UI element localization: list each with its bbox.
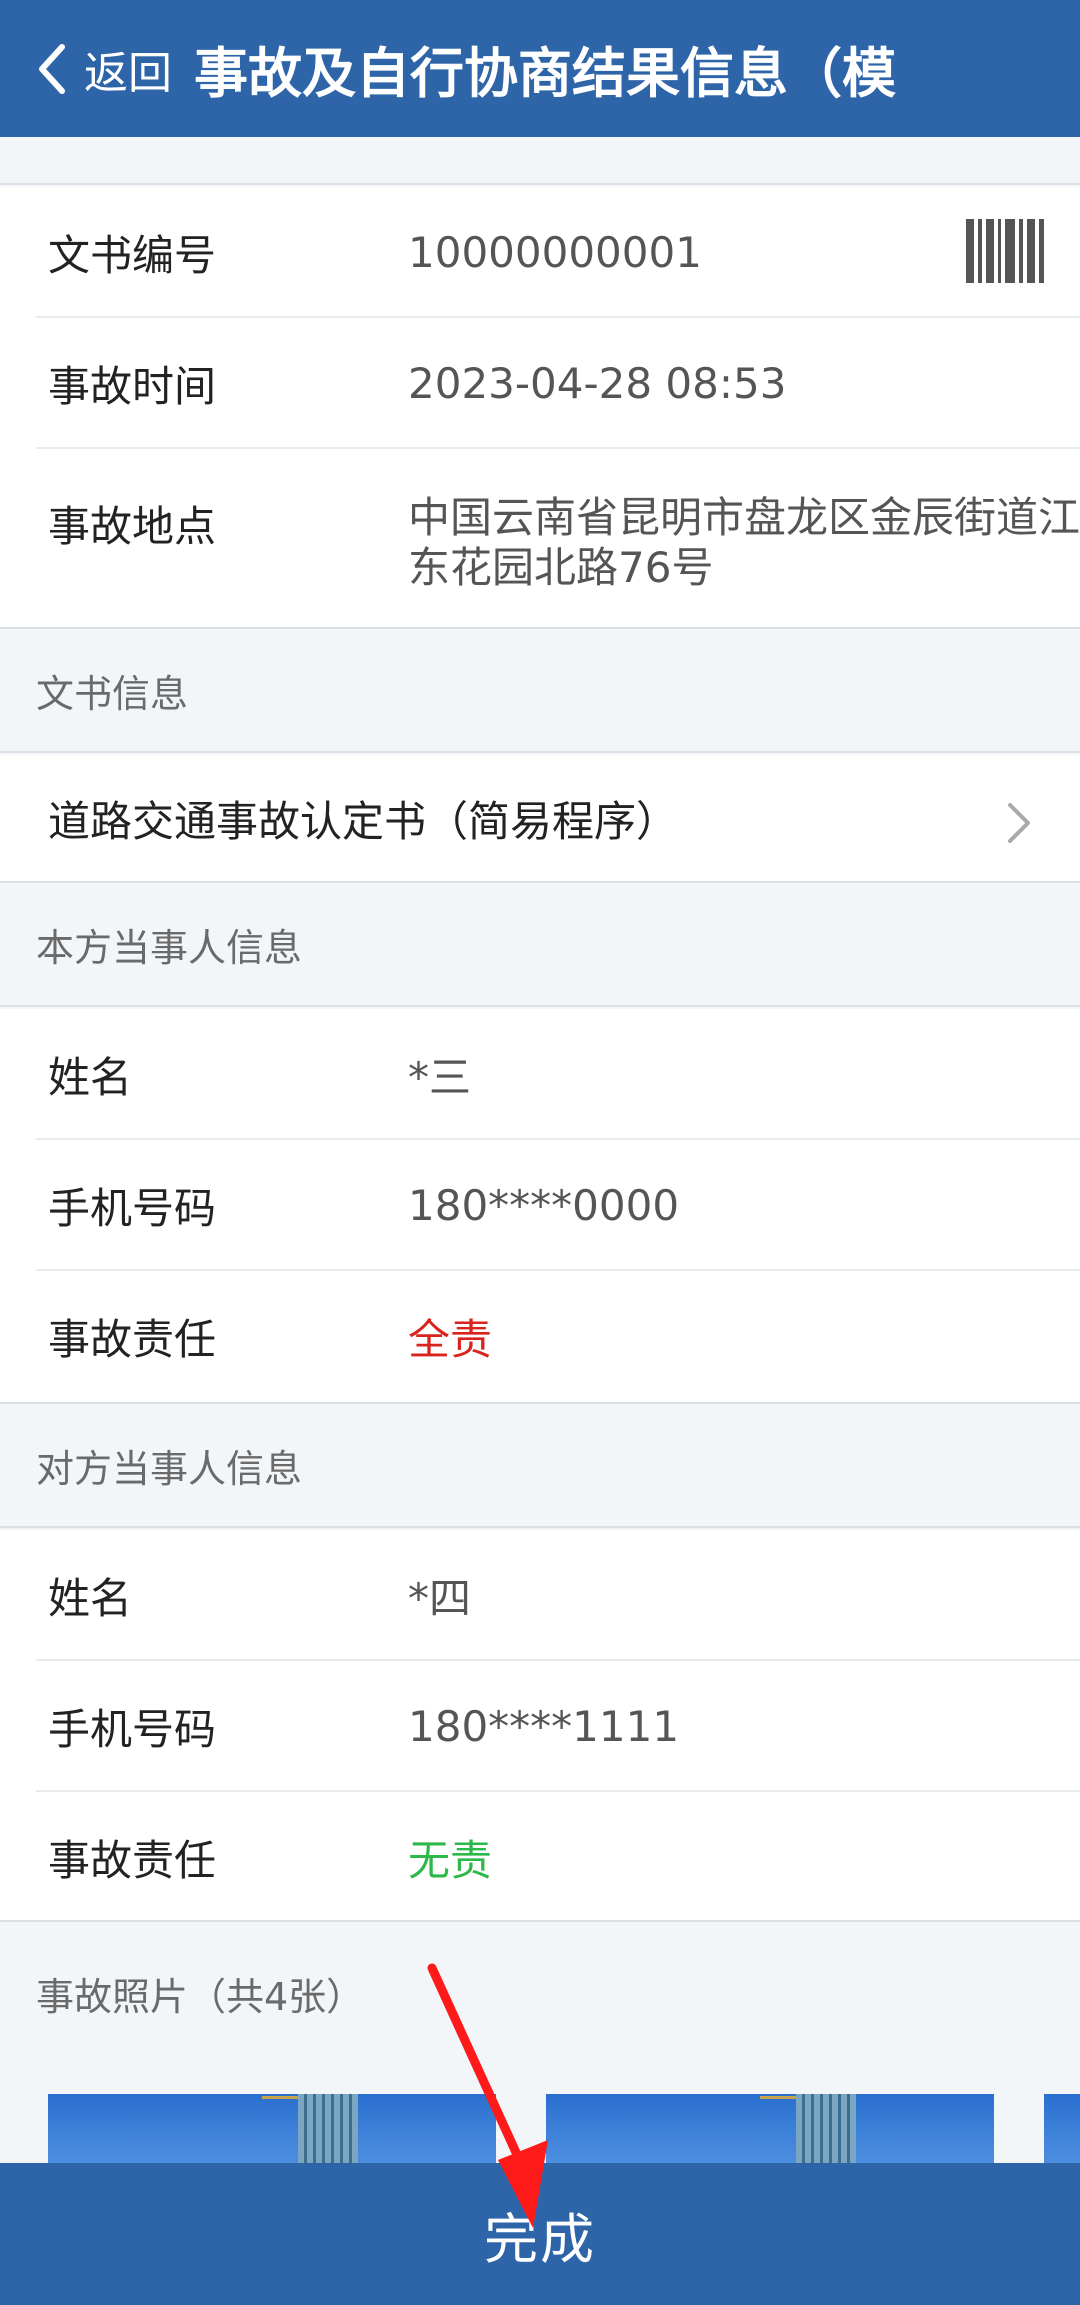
other-phone-row: 手机号码 180****1111 xyxy=(0,1661,1080,1792)
accident-photo-2[interactable] xyxy=(546,2094,994,2163)
self-name-value: *三 xyxy=(408,1053,472,1102)
other-name-row: 姓名 *四 xyxy=(0,1530,1080,1661)
accident-time-row: 事故时间 2023-04-28 08:53 xyxy=(0,318,1080,449)
doc-info-card: 道路交通事故认定书（简易程序） xyxy=(0,755,1080,881)
doc-number-row: 文书编号 10000000001 xyxy=(0,187,1080,318)
self-phone-value: 180****0000 xyxy=(408,1181,680,1230)
chevron-left-icon xyxy=(39,43,65,94)
accident-photo-3[interactable] xyxy=(1044,2094,1080,2163)
self-party-section-title: 本方当事人信息 xyxy=(36,925,303,970)
accident-info-card: 文书编号 10000000001 事故时间 2023-04-28 08:53 事… xyxy=(0,187,1080,627)
doc-info-section-title: 文书信息 xyxy=(36,671,189,716)
other-liability-row: 事故责任 无责 xyxy=(0,1792,1080,1923)
back-label: 返回 xyxy=(84,47,172,99)
top-spacer xyxy=(0,137,1080,185)
doc-info-section-header: 文书信息 xyxy=(0,627,1080,753)
accident-place-label: 事故地点 xyxy=(48,502,217,551)
page-title: 事故及自行协商结果信息（模 xyxy=(194,42,896,105)
doc-info-item[interactable]: 道路交通事故认定书（简易程序） xyxy=(0,755,1080,881)
other-phone-label: 手机号码 xyxy=(48,1705,217,1754)
accident-place-line2: 东花园北路76号 xyxy=(408,543,714,592)
doc-number-value: 10000000001 xyxy=(408,228,702,277)
accident-place-row: 事故地点 中国云南省昆明市盘龙区金辰街道江 东花园北路76号 xyxy=(0,449,1080,627)
doc-number-label: 文书编号 xyxy=(48,231,217,280)
self-name-row: 姓名 *三 xyxy=(0,1009,1080,1140)
self-party-section-header: 本方当事人信息 xyxy=(0,881,1080,1007)
accident-place-value: 中国云南省昆明市盘龙区金辰街道江 东花园北路76号 xyxy=(408,493,1080,593)
doc-info-item-label: 道路交通事故认定书（简易程序） xyxy=(48,796,679,846)
accident-time-label: 事故时间 xyxy=(48,362,217,411)
other-liability-value: 无责 xyxy=(408,1836,493,1885)
done-button[interactable]: 完成 xyxy=(0,2163,1080,2305)
chevron-right-icon xyxy=(1008,803,1030,843)
barcode-icon[interactable] xyxy=(966,219,1044,283)
self-liability-value: 全责 xyxy=(408,1315,493,1364)
back-button[interactable]: 返回 xyxy=(32,0,172,137)
other-name-value: *四 xyxy=(408,1574,472,1623)
accident-time-value: 2023-04-28 08:53 xyxy=(408,359,787,408)
other-party-section-header: 对方当事人信息 xyxy=(0,1402,1080,1528)
other-party-section-title: 对方当事人信息 xyxy=(36,1446,303,1491)
self-liability-label: 事故责任 xyxy=(48,1315,217,1364)
self-phone-label: 手机号码 xyxy=(48,1184,217,1233)
other-liability-label: 事故责任 xyxy=(48,1836,217,1885)
other-party-card: 姓名 *四 手机号码 180****1111 事故责任 无责 xyxy=(0,1530,1080,1920)
accident-photo-1[interactable] xyxy=(48,2094,496,2163)
photos-section-title: 事故照片（共4张） xyxy=(36,1975,365,2019)
other-phone-value: 180****1111 xyxy=(408,1702,680,1751)
self-liability-row: 事故责任 全责 xyxy=(0,1271,1080,1402)
self-party-card: 姓名 *三 手机号码 180****0000 事故责任 全责 xyxy=(0,1009,1080,1402)
self-name-label: 姓名 xyxy=(48,1053,133,1102)
header-bar: 返回 事故及自行协商结果信息（模 xyxy=(0,0,1080,137)
accident-place-line1: 中国云南省昆明市盘龙区金辰街道江 xyxy=(408,493,1080,542)
self-phone-row: 手机号码 180****0000 xyxy=(0,1140,1080,1271)
other-name-label: 姓名 xyxy=(48,1574,133,1623)
